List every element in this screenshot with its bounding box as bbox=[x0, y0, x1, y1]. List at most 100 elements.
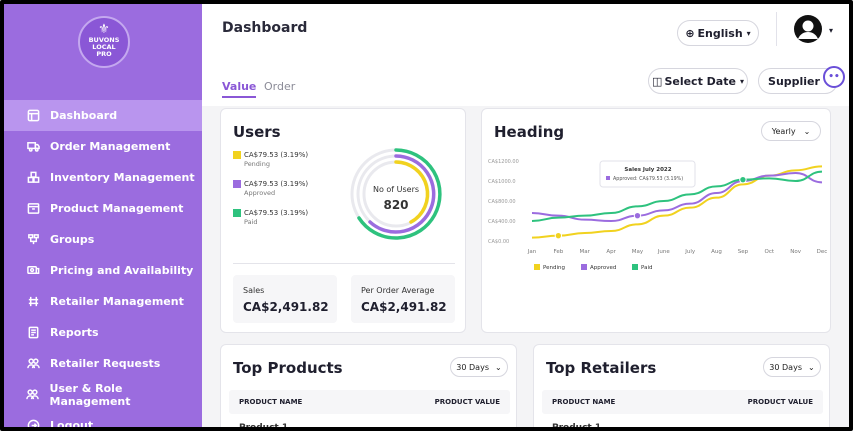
sidebar-item-label: Inventory Management bbox=[50, 171, 195, 184]
chevron-down-icon: ⌄ bbox=[803, 126, 811, 136]
language-label: English bbox=[697, 26, 743, 40]
period-label: 30 Days bbox=[456, 362, 489, 372]
sidebar-item-retailer-management[interactable]: Retailer Management bbox=[4, 286, 202, 317]
donut-center-label: No of Users bbox=[372, 185, 420, 194]
data-point-paid bbox=[739, 175, 747, 184]
x-tick-label: Feb bbox=[553, 249, 563, 255]
calendar-icon: ◫ bbox=[652, 74, 663, 88]
per-order-average-value: CA$2,491.82 bbox=[361, 300, 447, 314]
per-order-average-label: Per Order Average bbox=[361, 286, 435, 295]
tooltip-swatch bbox=[606, 176, 610, 180]
x-tick-label: Aug bbox=[711, 249, 722, 255]
x-tick-label: Nov bbox=[790, 249, 801, 255]
users-card: Users CA$79.53 (3.19%) Pending CA$79.53 … bbox=[220, 108, 466, 333]
paid-swatch bbox=[233, 209, 241, 217]
top-products-card: Top Products 30 Days ⌄ PRODUCT NAME PROD… bbox=[220, 344, 517, 427]
legend-swatch-paid bbox=[632, 264, 638, 270]
people-icon bbox=[26, 388, 40, 402]
sidebar-item-label: Groups bbox=[50, 233, 95, 246]
column-header-product-name: PRODUCT NAME bbox=[239, 398, 303, 406]
legend-swatch-pending bbox=[534, 264, 540, 270]
people-icon bbox=[26, 357, 40, 371]
assistant-bot-icon[interactable]: •• bbox=[823, 66, 845, 88]
legend-value: CA$79.53 (3.19%) bbox=[244, 180, 309, 188]
y-tick-label: CA$400.00 bbox=[488, 219, 516, 225]
sidebar: ⚜ BUVONS LOCAL PRO Dashboard Order Manag… bbox=[4, 4, 202, 427]
users-donut-chart bbox=[350, 148, 442, 240]
x-tick-label: Dec bbox=[817, 249, 828, 255]
table-row[interactable]: Product 1 bbox=[552, 423, 601, 427]
sales-label: Sales bbox=[243, 286, 265, 295]
period-select[interactable]: Yearly ⌄ bbox=[761, 121, 821, 141]
top-products-title: Top Products bbox=[233, 359, 343, 377]
tab-value[interactable]: Value bbox=[222, 80, 257, 98]
app-frame: ⚜ BUVONS LOCAL PRO Dashboard Order Manag… bbox=[0, 0, 853, 431]
fleur-de-lis-icon: ⚜ bbox=[98, 22, 110, 37]
x-tick-label: June bbox=[657, 249, 671, 255]
sidebar-item-dashboard[interactable]: Dashboard bbox=[4, 100, 202, 131]
column-header-product-value: PRODUCT VALUE bbox=[747, 398, 813, 406]
sidebar-item-order-management[interactable]: Order Management bbox=[4, 131, 202, 162]
sidebar-item-label: Retailer Management bbox=[50, 295, 184, 308]
boxes-icon bbox=[26, 171, 40, 185]
legend-item-pending: CA$79.53 (3.19%) Pending bbox=[233, 151, 308, 168]
language-selector[interactable]: ⊕ English ▾ bbox=[677, 20, 759, 46]
sidebar-item-user-role-management[interactable]: User & Role Management bbox=[4, 379, 202, 410]
donut-center-value: 820 bbox=[383, 198, 409, 212]
sales-line-chart: CA$1200.00 CA$1000.0 CA$800.00 CA$400.00 CA$… bbox=[488, 159, 828, 271]
header-divider bbox=[776, 12, 777, 46]
period-label: Yearly bbox=[771, 126, 796, 136]
legend-item-approved: CA$79.53 (3.19%) Approved bbox=[233, 180, 308, 197]
table-header: PRODUCT NAME PRODUCT VALUE bbox=[229, 390, 510, 414]
x-tick-label: Sep bbox=[738, 249, 749, 255]
chevron-down-icon: ⌄ bbox=[494, 362, 502, 372]
sidebar-item-label: Dashboard bbox=[50, 109, 118, 122]
tooltip-title: Sales July 2022 bbox=[624, 167, 671, 173]
sidebar-item-label: Reports bbox=[50, 326, 99, 339]
sidebar-item-inventory-management[interactable]: Inventory Management bbox=[4, 162, 202, 193]
sidebar-nav: Dashboard Order Management Inventory Man… bbox=[4, 100, 202, 427]
x-tick-label: Mar bbox=[580, 249, 591, 255]
approved-swatch bbox=[233, 180, 241, 188]
chevron-down-icon: ⌄ bbox=[807, 362, 815, 372]
layout-icon bbox=[26, 109, 40, 123]
sales-stat: Sales CA$2,491.82 bbox=[233, 275, 337, 323]
select-date-label: Select Date bbox=[664, 74, 736, 88]
legend-label-paid: Paid bbox=[641, 265, 652, 271]
sidebar-item-pricing-availability[interactable]: Pricing and Availability bbox=[4, 255, 202, 286]
legend-label: Approved bbox=[244, 189, 276, 197]
logout-icon bbox=[26, 419, 40, 427]
tab-order[interactable]: Order bbox=[264, 80, 295, 93]
sidebar-item-label: Pricing and Availability bbox=[50, 264, 194, 277]
top-retailers-period-select[interactable]: 30 Days ⌄ bbox=[763, 357, 821, 377]
sidebar-item-groups[interactable]: Groups bbox=[4, 224, 202, 255]
table-header: PRODUCT NAME PRODUCT VALUE bbox=[542, 390, 823, 414]
table-row[interactable]: Product 1 bbox=[239, 423, 288, 427]
truck-icon bbox=[26, 140, 40, 154]
x-tick-label: Apr bbox=[606, 249, 616, 255]
sidebar-item-logout[interactable]: Logout bbox=[4, 410, 202, 427]
chevron-down-icon: ▾ bbox=[739, 76, 744, 86]
tooltip-text: Approved: CA$79.53 (3.19%) bbox=[613, 176, 683, 182]
legend-value: CA$79.53 (3.19%) bbox=[244, 209, 309, 217]
x-tick-label: Jan bbox=[527, 249, 537, 255]
legend-label-approved: Approved bbox=[590, 265, 616, 271]
groups-icon bbox=[26, 233, 40, 247]
chevron-down-icon[interactable]: ▾ bbox=[829, 26, 833, 35]
sidebar-item-label: Product Management bbox=[50, 202, 184, 215]
avatar[interactable] bbox=[793, 14, 823, 44]
supplier-label: Supplier bbox=[768, 74, 820, 88]
select-date-button[interactable]: ◫ Select Date ▾ bbox=[648, 68, 748, 94]
users-card-title: Users bbox=[233, 123, 281, 141]
sidebar-item-reports[interactable]: Reports bbox=[4, 317, 202, 348]
sidebar-item-product-management[interactable]: Product Management bbox=[4, 193, 202, 224]
column-header-product-value: PRODUCT VALUE bbox=[434, 398, 500, 406]
y-tick-label: CA$800.00 bbox=[488, 199, 516, 205]
top-products-period-select[interactable]: 30 Days ⌄ bbox=[450, 357, 508, 377]
data-point-pending bbox=[554, 231, 563, 240]
sidebar-item-retailer-requests[interactable]: Retailer Requests bbox=[4, 348, 202, 379]
column-header-product-name: PRODUCT NAME bbox=[552, 398, 616, 406]
legend-label: Pending bbox=[244, 160, 270, 168]
brand-logo[interactable]: ⚜ BUVONS LOCAL PRO bbox=[78, 16, 130, 68]
heading-chart-card: Heading Yearly ⌄ CA$1200.00 CA$1000.0 CA$8… bbox=[481, 108, 831, 333]
